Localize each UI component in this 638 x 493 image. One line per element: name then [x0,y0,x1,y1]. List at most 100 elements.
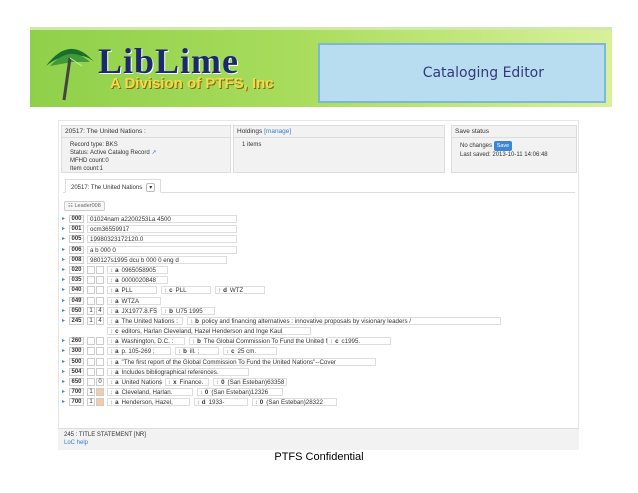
field-tag[interactable]: 050 [69,306,84,315]
indicator-ind2[interactable] [96,337,104,346]
subfield[interactable]: ↕ 0 (San Esteban)63358 [213,378,287,386]
expand-icon[interactable]: ▸ [62,255,65,265]
subfield[interactable]: ↕ a JX1977.8.F5 [107,306,157,315]
subfield[interactable]: ↕ x Finance. [165,378,209,386]
expand-icon[interactable]: ▸ [62,224,65,234]
external-link-icon[interactable]: ↗ [151,150,156,156]
drag-handle-icon[interactable]: ↕ [200,389,203,396]
expand-icon[interactable]: ▸ [62,387,65,397]
indicator-ind1[interactable] [87,286,95,295]
subfield[interactable]: ↕ a The United Nations : [107,316,183,325]
subfield[interactable]: ↕ a Cleveland, Harlan. [107,388,193,397]
expand-icon[interactable]: ▸ [62,306,65,316]
indicator-ind2[interactable] [96,357,104,366]
indicator-ind1[interactable]: 1 [87,316,95,325]
indicator-ind2[interactable]: 4 [96,306,104,315]
subfield[interactable]: ↕ c 25 cm. [223,347,277,356]
expand-icon[interactable]: ▸ [62,296,65,306]
indicator-ind2[interactable] [96,296,104,305]
drag-handle-icon[interactable]: ↕ [110,379,113,386]
drag-handle-icon[interactable]: ↕ [110,328,113,335]
subfield[interactable]: ↕ a PLL [107,286,157,295]
field-tag[interactable]: 035 [69,276,84,285]
subfield[interactable]: ↕ d WTZ [215,286,265,295]
drag-handle-icon[interactable]: ↕ [255,399,258,406]
indicator-ind2[interactable] [96,388,104,397]
subfield[interactable]: ↕ a United Nations [107,378,162,386]
indicator-ind1[interactable]: 1 [87,306,95,315]
indicator-ind2[interactable] [96,398,104,407]
field-tag[interactable]: 001 [69,225,84,234]
field-tag[interactable]: 700 [69,388,84,397]
drag-handle-icon[interactable]: ↕ [216,379,219,386]
leader-button[interactable]: ☷ Leader008 [64,201,105,211]
drag-handle-icon[interactable]: ↕ [110,399,113,406]
indicator-ind1[interactable] [87,367,95,376]
subfield[interactable]: ↕ c editors, Harlan Cleveland, Hazel Hende… [107,327,311,336]
expand-icon[interactable]: ▸ [62,234,65,244]
field-tag[interactable]: 700 [69,398,84,407]
drag-handle-icon[interactable]: ↕ [110,369,113,376]
expand-icon[interactable]: ▸ [62,265,65,275]
drag-handle-icon[interactable]: ↕ [110,298,113,305]
expand-icon[interactable]: ▸ [62,357,65,367]
field-tag[interactable]: 049 [69,296,84,305]
subfield[interactable]: ↕ a p. 105-269 ; [107,347,171,356]
save-button[interactable]: Save [493,141,513,151]
expand-icon[interactable]: ▸ [62,397,65,407]
expand-icon[interactable]: ▸ [62,367,65,377]
indicator-ind2[interactable]: 4 [96,316,104,325]
subfield[interactable]: ↕ a Washington, D.C. : [107,337,185,346]
control-field-value[interactable]: 01024nam a2200253La 4500 [87,215,237,223]
field-tag[interactable]: 504 [69,367,84,376]
drag-handle-icon[interactable]: ↕ [110,348,113,355]
field-tag[interactable]: 000 [69,215,84,223]
indicator-ind1[interactable] [87,337,95,346]
loc-help-link[interactable]: LoC help [64,439,573,447]
drag-handle-icon[interactable]: ↕ [110,318,113,325]
expand-icon[interactable]: ▸ [62,285,65,295]
field-tag[interactable]: 300 [69,347,84,356]
indicator-ind1[interactable]: 1 [87,388,95,397]
indicator-ind2[interactable] [96,276,104,285]
subfield[interactable]: ↕ a "The first report of the Global Commis… [107,357,376,366]
control-field-value[interactable]: 19980323172120.0 [87,235,237,244]
control-field-value[interactable]: 980127s1995 dcu b 000 0 eng d [87,255,227,264]
drag-handle-icon[interactable]: ↕ [164,287,167,294]
drag-handle-icon[interactable]: ↕ [110,308,113,315]
subfield[interactable]: ↕ 0 (San Esteban)12326 [196,388,283,397]
expand-icon[interactable]: ▸ [62,214,65,224]
field-tag[interactable]: 650 [69,378,84,386]
field-tag[interactable]: 020 [69,265,84,274]
drag-handle-icon[interactable]: ↕ [110,359,113,366]
control-field-value[interactable]: a b 000 0 [87,245,237,254]
expand-icon[interactable]: ▸ [62,346,65,356]
field-tag[interactable]: 006 [69,245,84,254]
indicator-ind1[interactable]: 1 [87,398,95,407]
indicator-ind1[interactable] [87,276,95,285]
drag-handle-icon[interactable]: ↕ [168,379,171,386]
field-tag[interactable]: 040 [69,286,84,295]
expand-icon[interactable]: ▸ [62,245,65,255]
chevron-down-icon[interactable]: ▾ [146,183,156,192]
expand-icon[interactable]: ▸ [62,336,65,346]
subfield[interactable]: ↕ a 0000020848 [107,276,168,285]
indicator-ind2[interactable] [96,265,104,274]
drag-handle-icon[interactable]: ↕ [192,338,195,345]
subfield[interactable]: ↕ c c1995. [327,337,391,346]
indicator-ind1[interactable] [87,378,95,386]
subfield[interactable]: ↕ b The Global Commission To Fund the Unit… [189,337,348,346]
drag-handle-icon[interactable]: ↕ [110,389,113,396]
field-tag[interactable]: 008 [69,255,84,264]
field-tag[interactable]: 005 [69,235,84,244]
subfield[interactable]: ↕ 0 (San Esteban)28322 [251,398,338,407]
subfield[interactable]: ↕ b U75 1995 [161,306,215,315]
expand-icon[interactable]: ▸ [62,275,65,285]
drag-handle-icon[interactable]: ↕ [197,399,200,406]
indicator-ind2[interactable] [96,286,104,295]
drag-handle-icon[interactable]: ↕ [226,348,229,355]
tab-record[interactable]: 20517: The United Nations ▾ [65,179,162,193]
subfield[interactable]: ↕ d 1933- [193,398,248,407]
drag-handle-icon[interactable]: ↕ [110,277,113,284]
control-field-value[interactable]: ocm36559917 [87,225,237,234]
